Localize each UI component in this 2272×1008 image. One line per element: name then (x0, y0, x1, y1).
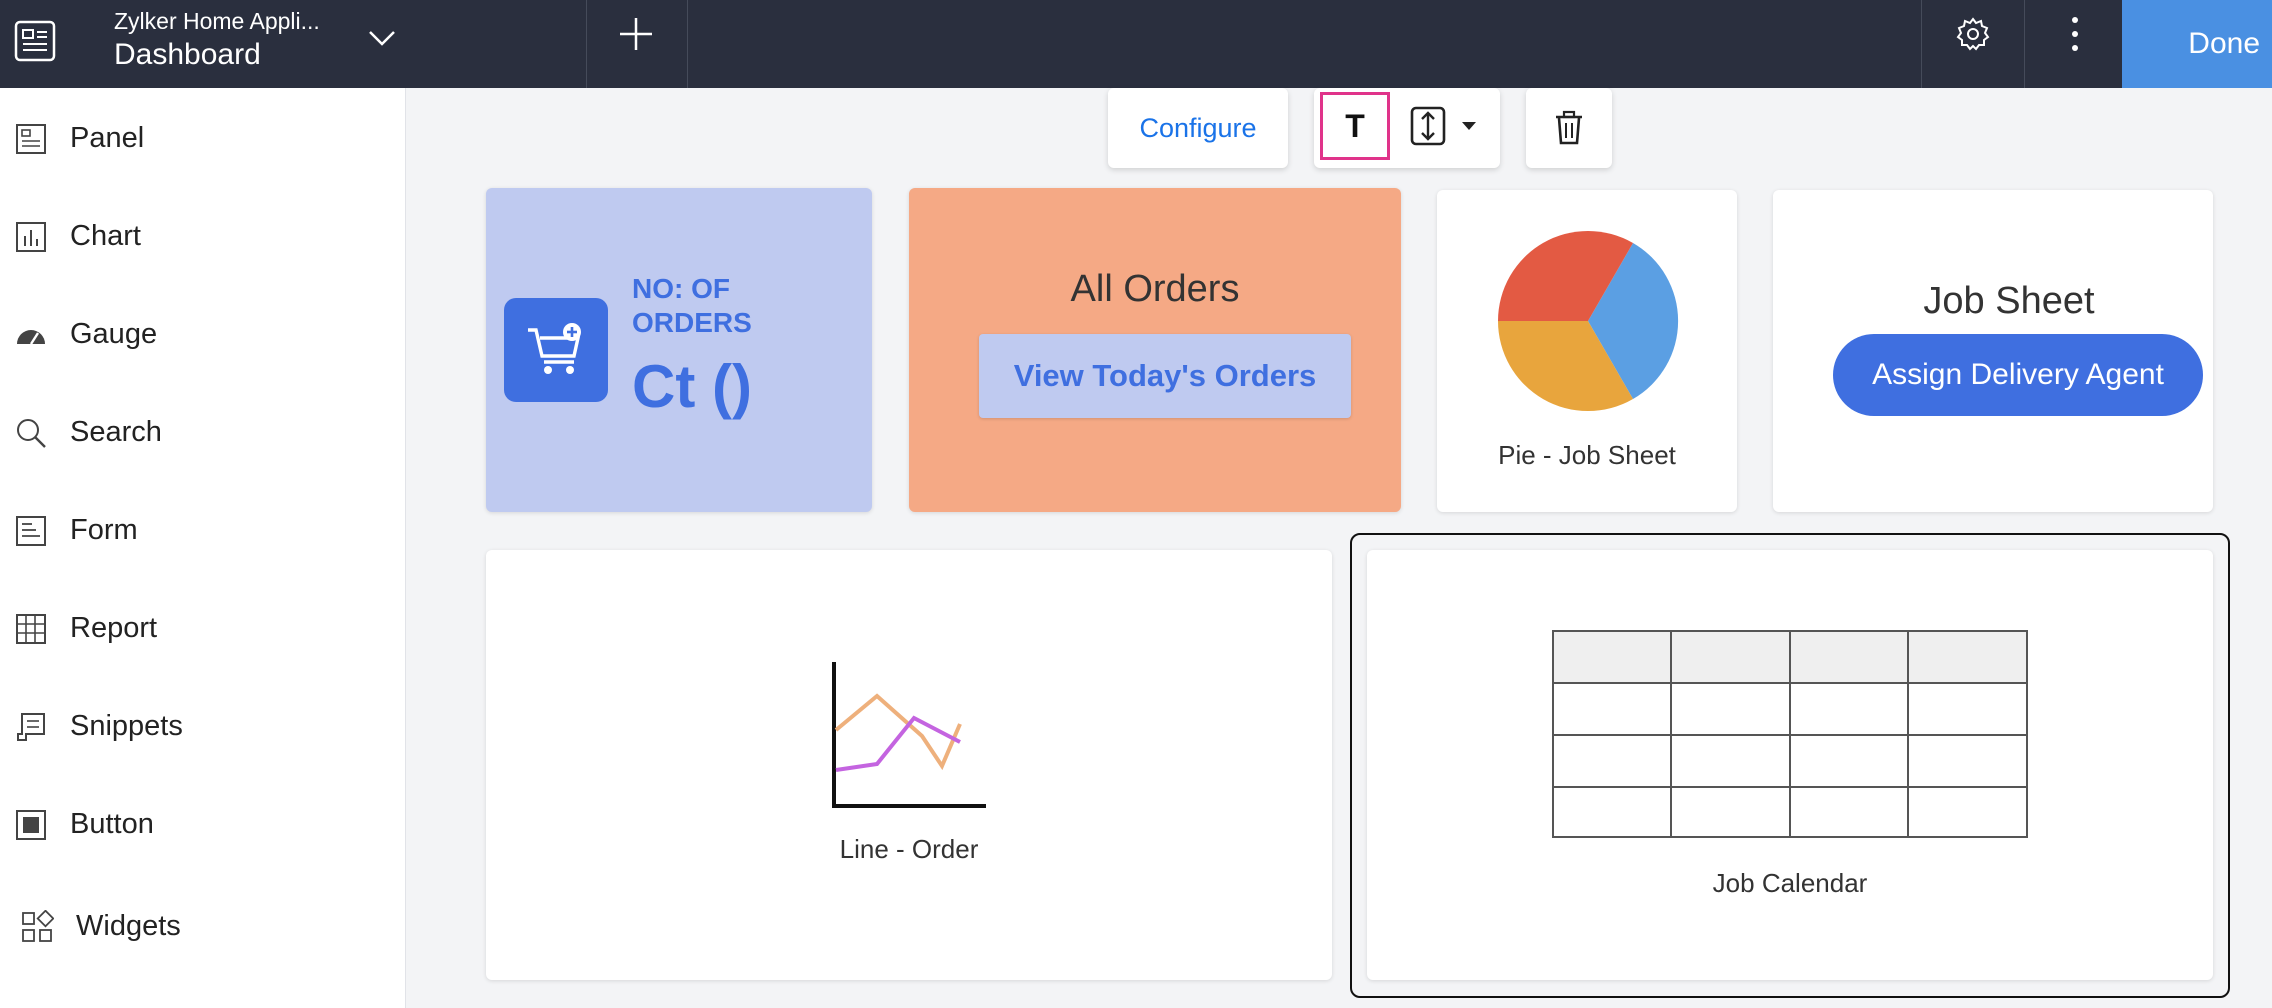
line-caption: Line - Order (839, 834, 979, 864)
sidebar-item-chart[interactable]: Chart (0, 202, 405, 272)
chevron-down-icon[interactable] (364, 20, 400, 56)
add-icon[interactable] (616, 14, 656, 54)
sidebar-item-label: Gauge (70, 318, 158, 350)
table-icon (1552, 630, 2028, 838)
cart-tile (504, 298, 608, 402)
sidebar-item-label: Snippets (70, 710, 183, 742)
snippets-icon (17, 713, 45, 741)
page-title[interactable]: Dashboard (114, 38, 261, 72)
job-calendar-card[interactable]: Job Calendar (1367, 550, 2213, 980)
divider (1921, 0, 1922, 88)
trash-icon (1556, 110, 1582, 145)
format-toolbar: T (1314, 88, 1500, 168)
all-orders-card[interactable]: All Orders View Today's Orders (909, 188, 1401, 512)
sidebar-item-label: Search (70, 416, 162, 448)
widgets-icon (22, 910, 54, 942)
panel-icon (16, 124, 46, 154)
pie-caption: Pie - Job Sheet (1498, 440, 1676, 470)
orders-label: NO: OF ORDERS (632, 273, 752, 338)
report-icon (16, 614, 46, 644)
sidebar-item-gauge[interactable]: Gauge (0, 300, 405, 370)
top-bar: Zylker Home Appli... Dashboard Done (0, 0, 2272, 88)
sidebar-item-button[interactable]: Button (0, 790, 405, 860)
text-format-button[interactable]: T (1320, 92, 1390, 160)
chart-icon (16, 222, 46, 252)
sidebar-item-label: Button (70, 808, 154, 840)
job-sheet-card[interactable]: Job Sheet Assign Delivery Agent (1773, 190, 2213, 512)
gauge-icon (17, 330, 45, 345)
sidebar-item-label: Panel (70, 122, 145, 154)
sidebar-item-label: Form (70, 514, 138, 546)
sidebar-item-widgets[interactable]: Widgets (0, 892, 405, 962)
divider (586, 0, 587, 88)
app-name[interactable]: Zylker Home Appli... (114, 8, 320, 35)
sidebar-item-search[interactable]: Search (0, 398, 405, 468)
delete-button[interactable] (1526, 88, 1612, 168)
divider (2024, 0, 2025, 88)
orders-count-card[interactable]: NO: OF ORDERS Ct () (486, 188, 872, 512)
job-sheet-title: Job Sheet (1923, 280, 2095, 322)
cart-icon (528, 323, 581, 374)
calendar-caption: Job Calendar (1712, 868, 1868, 898)
sidebar-item-label: Widgets (76, 910, 181, 942)
line-chart-icon (832, 662, 986, 808)
sidebar: Panel Chart Gauge Search Form Report Sni… (0, 88, 406, 1008)
line-chart-card[interactable]: Line - Order (486, 550, 1332, 980)
button-icon (16, 810, 46, 840)
done-button[interactable]: Done (2122, 0, 2272, 88)
more-options-icon[interactable] (2063, 14, 2087, 54)
divider (687, 0, 688, 88)
pie-chart-icon (1498, 230, 1679, 412)
all-orders-title: All Orders (1070, 268, 1240, 310)
sidebar-item-panel[interactable]: Panel (0, 104, 405, 174)
search-icon (17, 419, 46, 448)
sidebar-item-label: Report (70, 612, 158, 644)
view-todays-orders-button[interactable]: View Today's Orders (979, 334, 1351, 418)
orders-value: Ct () (632, 353, 752, 420)
pie-chart-card[interactable]: Pie - Job Sheet (1437, 190, 1737, 512)
configure-button[interactable]: Configure (1108, 88, 1288, 168)
assign-delivery-agent-button[interactable]: Assign Delivery Agent (1833, 334, 2203, 416)
form-icon (16, 516, 46, 546)
gear-icon[interactable] (1955, 16, 1991, 52)
sidebar-item-label: Chart (70, 220, 141, 252)
sidebar-item-form[interactable]: Form (0, 496, 405, 566)
sidebar-item-snippets[interactable]: Snippets (0, 692, 405, 762)
dashboard-logo-icon[interactable] (14, 20, 56, 62)
sidebar-item-report[interactable]: Report (0, 594, 405, 664)
resize-height-icon[interactable] (1406, 104, 1486, 148)
